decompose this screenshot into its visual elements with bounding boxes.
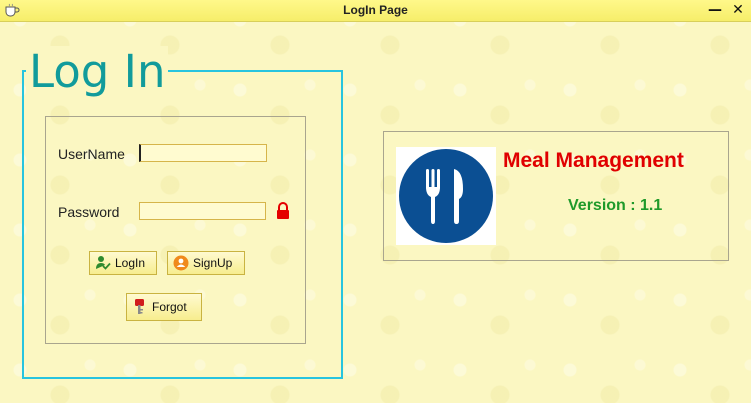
forgot-button[interactable]: Forgot <box>126 293 202 321</box>
version-label: Version : 1.1 <box>568 197 663 214</box>
user-check-icon <box>96 256 111 270</box>
forgot-button-label: Forgot <box>152 300 187 314</box>
username-input[interactable] <box>139 144 267 162</box>
minimize-button[interactable]: — <box>706 1 724 19</box>
password-label: Password <box>58 204 120 220</box>
login-button-label: LogIn <box>115 256 146 270</box>
lock-icon <box>277 202 289 219</box>
key-tag-icon <box>135 299 144 314</box>
close-button[interactable]: ✕ <box>729 1 747 19</box>
fork-knife-icon <box>399 149 493 243</box>
title-bar: LogIn Page — ✕ <box>0 0 751 22</box>
window-title: LogIn Page <box>343 3 408 17</box>
login-button[interactable]: LogIn <box>89 251 157 275</box>
add-user-icon <box>173 255 189 271</box>
signup-button[interactable]: SignUp <box>167 251 245 275</box>
username-label: UserName <box>58 146 125 162</box>
password-input[interactable] <box>139 202 266 220</box>
login-heading: Log In <box>26 46 169 98</box>
app-name: Meal Management <box>503 149 684 172</box>
app-logo <box>396 147 496 245</box>
signup-button-label: SignUp <box>193 256 233 270</box>
